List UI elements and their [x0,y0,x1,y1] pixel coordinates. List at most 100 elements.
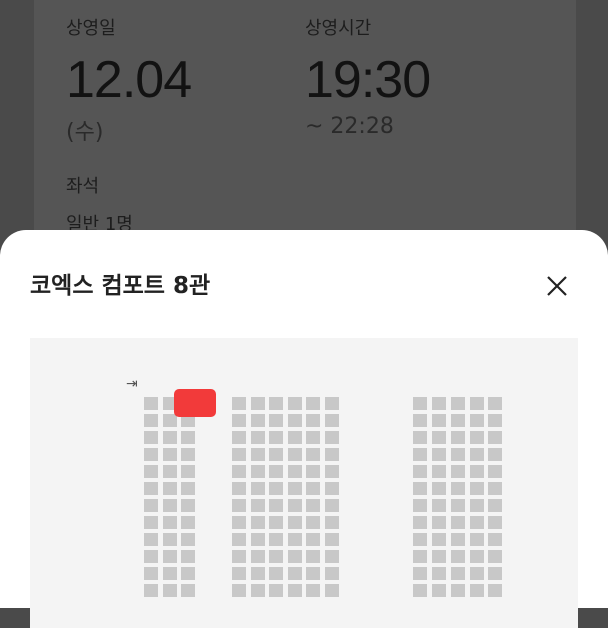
seat[interactable] [413,550,427,563]
seat[interactable] [325,465,339,478]
seat[interactable] [163,499,177,512]
seat[interactable] [451,567,465,580]
seat[interactable] [470,584,484,597]
seat[interactable] [325,516,339,529]
seat[interactable] [288,550,302,563]
seat[interactable] [413,533,427,546]
seat[interactable] [232,397,246,410]
seat[interactable] [251,499,265,512]
seat[interactable] [269,533,283,546]
seat[interactable] [325,550,339,563]
seat[interactable] [232,533,246,546]
seat[interactable] [306,584,320,597]
seat[interactable] [251,567,265,580]
seat[interactable] [269,550,283,563]
seat[interactable] [432,499,446,512]
seat[interactable] [306,516,320,529]
seat[interactable] [306,567,320,580]
seat[interactable] [181,567,195,580]
seat[interactable] [163,448,177,461]
seat[interactable] [181,516,195,529]
seat[interactable] [251,431,265,444]
selected-seat[interactable] [174,389,216,417]
seat[interactable] [470,482,484,495]
seat[interactable] [144,397,158,410]
seat[interactable] [470,431,484,444]
seat[interactable] [163,516,177,529]
seat[interactable] [451,448,465,461]
seat[interactable] [181,465,195,478]
seat[interactable] [413,465,427,478]
seat[interactable] [325,567,339,580]
seat[interactable] [432,567,446,580]
seat[interactable] [325,533,339,546]
seat[interactable] [232,414,246,427]
seat[interactable] [144,499,158,512]
seat[interactable] [470,414,484,427]
seat[interactable] [163,482,177,495]
seat[interactable] [144,482,158,495]
seat[interactable] [181,448,195,461]
seat[interactable] [163,584,177,597]
seat[interactable] [470,465,484,478]
seat[interactable] [432,465,446,478]
seat[interactable] [432,550,446,563]
seat[interactable] [413,482,427,495]
seat[interactable] [232,516,246,529]
seat[interactable] [288,533,302,546]
seat[interactable] [325,414,339,427]
seat[interactable] [451,499,465,512]
seat[interactable] [232,448,246,461]
seat[interactable] [269,482,283,495]
seat[interactable] [413,448,427,461]
seat[interactable] [306,431,320,444]
seat[interactable] [181,550,195,563]
seat[interactable] [306,482,320,495]
seat[interactable] [144,465,158,478]
seat[interactable] [432,584,446,597]
seat[interactable] [288,448,302,461]
seat[interactable] [451,431,465,444]
seat[interactable] [413,499,427,512]
seat[interactable] [232,431,246,444]
seat[interactable] [251,397,265,410]
seat[interactable] [451,465,465,478]
seat[interactable] [470,567,484,580]
seat[interactable] [325,482,339,495]
seat[interactable] [288,482,302,495]
seat[interactable] [432,397,446,410]
seat[interactable] [251,482,265,495]
seat[interactable] [251,448,265,461]
seat[interactable] [306,448,320,461]
seat[interactable] [306,397,320,410]
seat[interactable] [488,414,502,427]
seat[interactable] [232,550,246,563]
seat[interactable] [488,584,502,597]
seat[interactable] [163,567,177,580]
seat[interactable] [451,584,465,597]
seat[interactable] [470,533,484,546]
seat[interactable] [413,414,427,427]
seat[interactable] [413,431,427,444]
seat[interactable] [432,448,446,461]
seat[interactable] [269,584,283,597]
seat[interactable] [269,516,283,529]
seat[interactable] [306,533,320,546]
seat[interactable] [144,567,158,580]
seat[interactable] [470,550,484,563]
seat[interactable] [451,482,465,495]
seat[interactable] [288,516,302,529]
seat[interactable] [232,482,246,495]
seat[interactable] [306,414,320,427]
seat[interactable] [325,397,339,410]
seat[interactable] [432,482,446,495]
seat[interactable] [269,499,283,512]
seat[interactable] [432,414,446,427]
seat[interactable] [163,431,177,444]
seat[interactable] [288,499,302,512]
seat[interactable] [288,397,302,410]
seat[interactable] [269,431,283,444]
seat[interactable] [144,414,158,427]
seat[interactable] [288,584,302,597]
seat[interactable] [269,397,283,410]
